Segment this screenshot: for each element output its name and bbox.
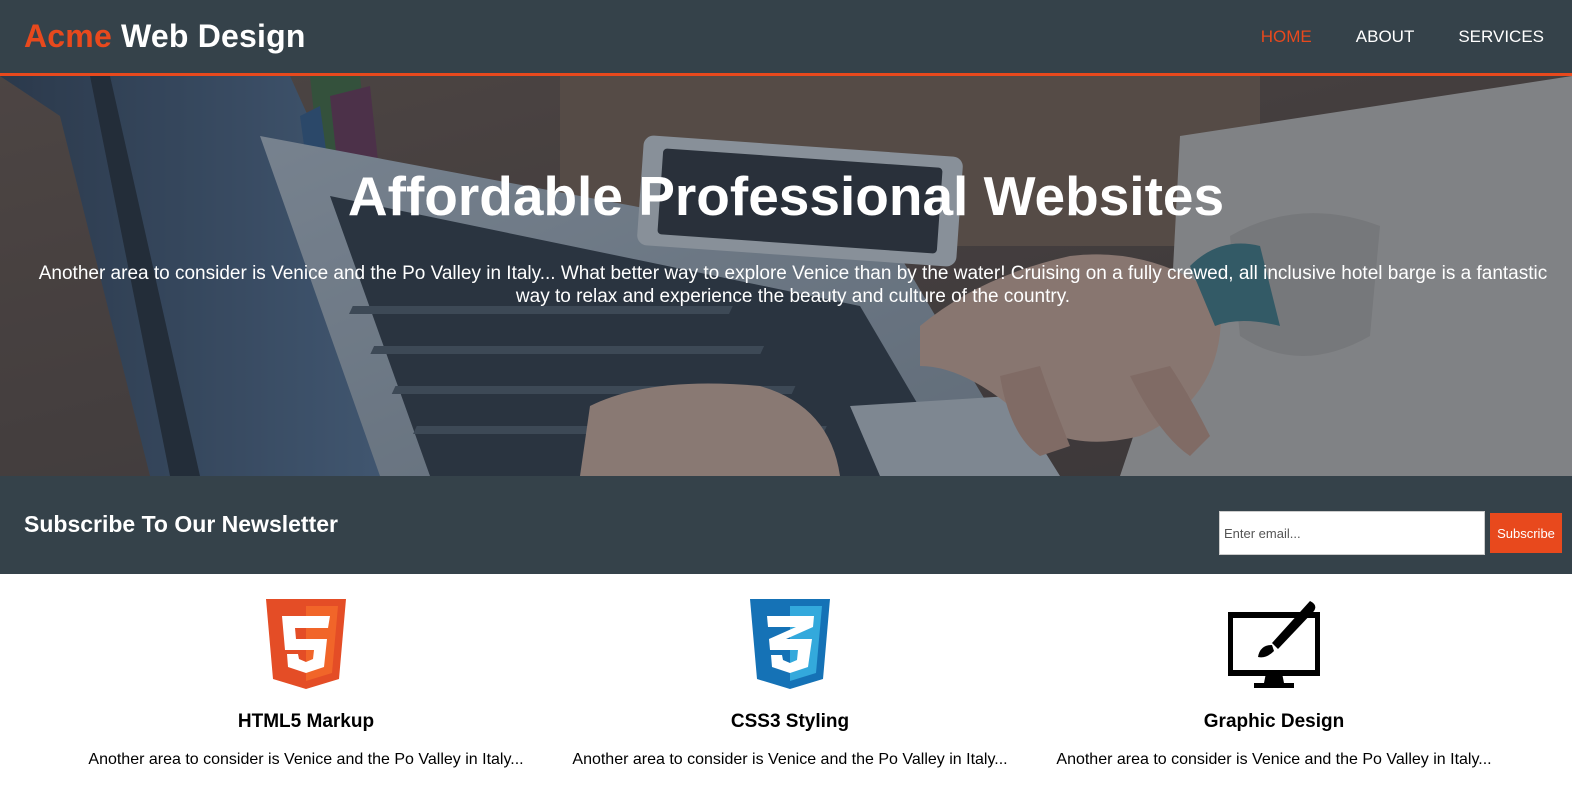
service-title-graphic-design: Graphic Design [1203, 711, 1345, 732]
service-title-css3: CSS3 Styling [730, 711, 850, 732]
services-boxes: HTML5 Markup Another area to consider is… [0, 574, 1572, 791]
service-title-html5: HTML5 Markup [237, 711, 375, 732]
newsletter-email-input[interactable] [1219, 511, 1485, 555]
hero-showcase: Affordable Professional Websites Another… [0, 76, 1572, 476]
nav-link-home[interactable]: HOME [1261, 27, 1312, 47]
service-text-graphic-design: Another area to consider is Venice and t… [1056, 751, 1492, 768]
service-text-html5: Another area to consider is Venice and t… [88, 751, 524, 768]
main-nav: HOME ABOUT SERVICES [1261, 27, 1544, 47]
graphic-design-monitor-icon [1228, 601, 1320, 688]
html5-logo-icon [266, 599, 346, 689]
hero-title: Affordable Professional Websites [347, 165, 1225, 227]
nav-link-about[interactable]: ABOUT [1356, 27, 1415, 47]
site-header: Acme Web Design HOME ABOUT SERVICES [0, 0, 1572, 76]
newsletter-section: Subscribe To Our Newsletter Subscribe [0, 476, 1572, 574]
subscribe-button[interactable]: Subscribe [1490, 513, 1562, 553]
site-logo[interactable]: Acme Web Design [24, 18, 306, 55]
service-text-css3: Another area to consider is Venice and t… [572, 751, 1008, 768]
newsletter-title: Subscribe To Our Newsletter [24, 511, 338, 537]
nav-link-services[interactable]: SERVICES [1458, 27, 1544, 47]
brand-name: Web Design [111, 18, 306, 54]
hero-description: Another area to consider is Venice and t… [38, 263, 1548, 307]
css3-logo-icon [750, 599, 830, 689]
brand-highlight: Acme [24, 18, 112, 54]
